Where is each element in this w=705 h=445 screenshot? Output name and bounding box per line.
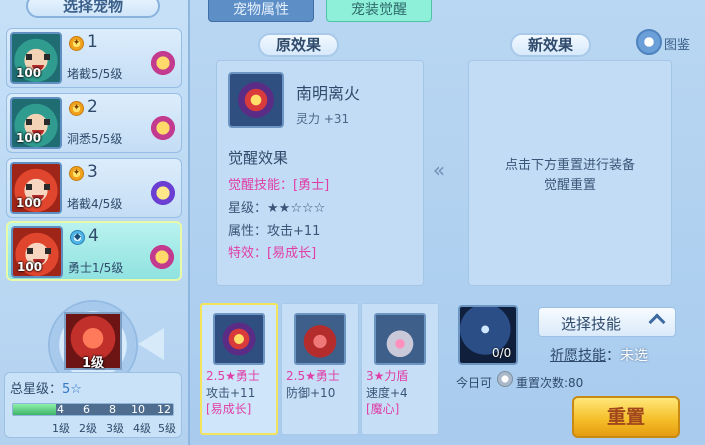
awaken-effect-title: 觉醒效果 xyxy=(228,149,289,167)
awaken-skill-line: 觉醒技能：[勇士] xyxy=(228,178,330,193)
tick-label: 12 xyxy=(157,403,171,416)
sublevel-label: 3级 xyxy=(106,422,124,435)
armor-icon xyxy=(294,313,346,365)
wish-skill-link[interactable]: 祈愿技能 xyxy=(550,348,606,364)
pet-rank: 3 xyxy=(87,162,98,182)
star-progress-fill xyxy=(13,404,57,415)
orb-count: 0/0 xyxy=(492,346,512,360)
equip-option-stat: 速度+4 xyxy=(366,386,408,400)
mini-pet-icon xyxy=(150,245,174,275)
star-rating: ★★☆☆☆ xyxy=(267,201,326,216)
pet-level: 100 xyxy=(17,260,43,274)
tick-label: 10 xyxy=(131,403,145,416)
equip-option-stat: 攻击+11 xyxy=(206,386,256,400)
flame-necklace-icon xyxy=(228,72,284,128)
mini-pet-icon xyxy=(151,116,175,146)
new-effect-hint: 点击下方重置进行装备 觉醒重置 xyxy=(504,158,635,193)
equip-option-3[interactable]: 3★力盾 速度+4 [魔心] xyxy=(361,303,439,435)
reset-count: 重置次数:80 xyxy=(516,376,584,390)
equip-option-title: 3★力盾 xyxy=(366,369,409,383)
pet-portrait: 100 xyxy=(10,32,62,84)
pet-card-4[interactable]: 100 ◆ 4 勇士1/5级 xyxy=(6,221,182,281)
tick-label: 6 xyxy=(83,403,90,416)
pet-skill: 勇士1/5级 xyxy=(68,261,124,275)
equip-option-title: 2.5★勇士 xyxy=(206,369,260,383)
pet-level: 100 xyxy=(16,131,42,145)
mini-pet-icon xyxy=(151,181,175,211)
skill-level: 1级 xyxy=(81,356,105,371)
equip-option-title: 2.5★勇士 xyxy=(286,369,340,383)
pet-card-2[interactable]: 100 ✦ 2 洞悉5/5级 xyxy=(6,93,182,153)
sublevel-label: 1级 xyxy=(52,422,70,435)
attribute-line: 属性：攻击+11 xyxy=(228,224,321,239)
flame-necklace-icon xyxy=(213,313,265,365)
select-skill-button[interactable]: 选择技能 xyxy=(538,307,676,337)
pet-card-3[interactable]: 100 ✦ 3 堵截4/5级 xyxy=(6,158,182,218)
arrow-deco-icon xyxy=(138,328,164,360)
pet-level: 100 xyxy=(16,196,42,210)
pet-portrait: 100 xyxy=(10,97,62,149)
pet-skill: 洞悉5/5级 xyxy=(67,132,123,146)
wish-skill-value: 未选 xyxy=(620,348,648,364)
star-line: 星级：★★☆☆☆ xyxy=(228,201,326,216)
equip-option-2[interactable]: 2.5★勇士 防御+10 xyxy=(281,303,359,435)
pet-portrait: 100 xyxy=(11,226,63,278)
equip-option-stat: 防御+10 xyxy=(286,386,336,400)
book-icon[interactable] xyxy=(636,29,662,55)
select-skill-label: 选择技能 xyxy=(561,315,622,333)
equip-stat: 灵力 +31 xyxy=(296,112,350,126)
star-progress-bar xyxy=(12,403,174,416)
pet-rank: 4 xyxy=(88,226,99,246)
pet-card-1[interactable]: 100 ✦ 1 堵截5/5级 xyxy=(6,28,182,88)
blue-rank-icon: ◆ xyxy=(70,230,85,245)
pet-level: 100 xyxy=(16,66,42,80)
total-star-value: 5☆ xyxy=(62,382,82,397)
reset-token-icon xyxy=(497,371,513,387)
gold-rank-icon: ✦ xyxy=(69,166,84,181)
pet-skill: 堵截5/5级 xyxy=(67,67,123,81)
today-label: 今日可 xyxy=(456,376,493,390)
gold-rank-icon: ✦ xyxy=(69,101,84,116)
equip-option-1[interactable]: 2.5★勇士 攻击+11 [易成长] xyxy=(200,303,278,435)
equip-option-tag: [魔心] xyxy=(366,402,400,416)
mini-pet-icon xyxy=(151,51,175,81)
new-effect-header: 新效果 xyxy=(510,33,592,57)
divider-ornament-icon: « xyxy=(432,158,446,182)
tujian-button[interactable]: 图鉴 xyxy=(664,34,690,53)
tick-label: 8 xyxy=(109,403,116,416)
pendant-icon xyxy=(374,313,426,365)
pet-select-title: 选择宠物 xyxy=(26,0,160,18)
pet-select-panel: 选择宠物 100 ✦ 1 堵截5/5级 100 ✦ 2 洞悉5/5级 100 ✦… xyxy=(0,0,190,445)
special-effect-line: 特效：[易成长] xyxy=(228,246,317,261)
tab-pet-attributes[interactable]: 宠物属性 xyxy=(208,0,314,22)
equip-option-tag: [易成长] xyxy=(206,402,252,416)
pet-portrait: 100 xyxy=(10,162,62,214)
sublevel-label: 2级 xyxy=(79,422,97,435)
tick-label: 4 xyxy=(57,403,64,416)
gold-rank-icon: ✦ xyxy=(69,36,84,51)
total-star-label: 总星级：5☆ xyxy=(10,382,82,397)
pet-rank: 1 xyxy=(87,32,98,52)
pet-rank: 2 xyxy=(87,97,98,117)
sublevel-label: 4级 xyxy=(133,422,151,435)
pet-skill: 堵截4/5级 xyxy=(67,197,123,211)
reset-button[interactable]: 重置 xyxy=(572,396,680,438)
wish-skill-line: 祈愿技能：未选 xyxy=(550,348,648,364)
original-effect-header: 原效果 xyxy=(258,33,340,57)
equip-name: 南明离火 xyxy=(296,84,361,103)
chevron-up-icon xyxy=(648,313,666,331)
sublevel-label: 5级 xyxy=(158,422,176,435)
tab-pet-equip-awaken[interactable]: 宠装觉醒 xyxy=(326,0,432,22)
